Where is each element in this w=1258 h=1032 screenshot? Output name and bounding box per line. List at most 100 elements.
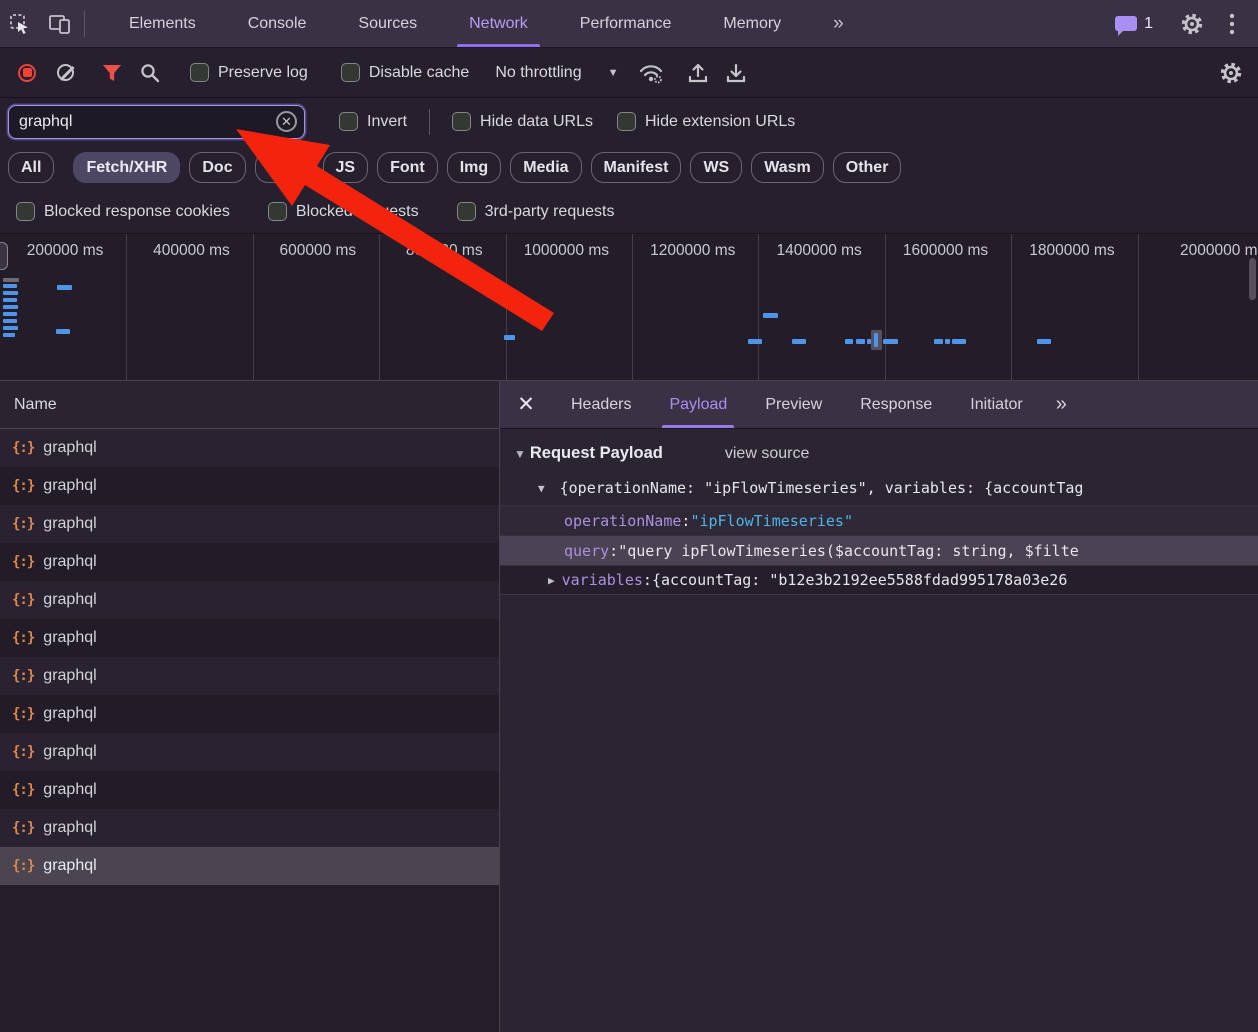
filter-input[interactable] xyxy=(9,113,276,131)
json-fetch-icon: {:} xyxy=(12,820,34,836)
gear-icon xyxy=(1180,12,1204,36)
chevron-down-icon: ▼ xyxy=(608,67,619,79)
pill-css[interactable]: CSS xyxy=(255,152,314,183)
tab-elements[interactable]: Elements xyxy=(103,0,222,47)
waterfall-bar xyxy=(3,333,15,337)
checkbox-icon xyxy=(341,63,360,82)
tab-payload[interactable]: Payload xyxy=(650,381,746,428)
json-fetch-icon: {:} xyxy=(12,858,34,874)
table-row[interactable]: {:}graphql xyxy=(0,619,499,657)
checkbox-icon xyxy=(617,112,636,131)
settings-button[interactable] xyxy=(1172,12,1212,36)
more-panels-button[interactable]: » xyxy=(807,0,870,47)
close-detail-button[interactable]: ✕ xyxy=(500,381,552,428)
overview-scrollbar-thumb[interactable] xyxy=(1249,258,1256,300)
clear-filter-icon[interactable]: ✕ xyxy=(276,111,297,132)
pill-font[interactable]: Font xyxy=(377,152,438,183)
payload-row-operation-name[interactable]: operationName: "ipFlowTimeseries" xyxy=(500,505,1258,535)
waterfall-bar xyxy=(56,329,70,334)
record-network-log-button[interactable] xyxy=(8,56,46,90)
json-value: {accountTag: "b12e3b2192ee5588fdad995178… xyxy=(652,571,1067,589)
table-row[interactable]: {:}graphql xyxy=(0,429,499,467)
search-icon xyxy=(140,63,160,83)
pill-all[interactable]: All xyxy=(8,152,54,183)
divider xyxy=(429,109,430,135)
search-network-button[interactable] xyxy=(131,56,169,90)
timeline-tick-label: 1000000 ms xyxy=(499,242,609,260)
tab-performance[interactable]: Performance xyxy=(554,0,698,47)
pill-img[interactable]: Img xyxy=(447,152,501,183)
network-conditions-button[interactable] xyxy=(632,56,670,90)
table-row[interactable]: {:}graphql xyxy=(0,657,499,695)
table-row[interactable]: {:} graphql xyxy=(0,809,499,847)
pill-fetch-xhr[interactable]: Fetch/XHR xyxy=(73,152,180,183)
clear-network-log-button[interactable] xyxy=(46,56,84,90)
tab-response[interactable]: Response xyxy=(841,381,951,428)
third-party-requests-checkbox[interactable]: 3rd-party requests xyxy=(445,202,627,221)
throttling-value: No throttling xyxy=(495,64,581,82)
table-row[interactable]: {:}graphql xyxy=(0,581,499,619)
network-overview-timeline[interactable]: 200000 ms400000 ms600000 ms800000 ms1000… xyxy=(0,233,1258,381)
device-toolbar-button[interactable] xyxy=(40,0,80,47)
waterfall-bar xyxy=(3,278,19,282)
export-har-button[interactable] xyxy=(717,56,755,90)
table-row[interactable]: {:}graphql xyxy=(0,505,499,543)
triangle-right-icon: ▶ xyxy=(548,574,555,587)
pill-wasm[interactable]: Wasm xyxy=(751,152,824,183)
throttling-dropdown[interactable]: No throttling ▼ xyxy=(481,64,632,82)
waterfall-bar xyxy=(3,312,17,316)
blocked-requests-label: Blocked requests xyxy=(296,203,419,221)
request-payload-section-header[interactable]: ▼ Request Payload view source xyxy=(500,429,1258,471)
network-settings-button[interactable] xyxy=(1212,56,1250,90)
inspect-element-button[interactable] xyxy=(0,0,40,47)
pill-doc[interactable]: Doc xyxy=(189,152,245,183)
waterfall-bar xyxy=(57,285,72,290)
payload-row-query-selected[interactable]: query: "query ipFlowTimeseries($accountT… xyxy=(500,535,1258,565)
preserve-log-checkbox[interactable]: Preserve log xyxy=(178,63,320,82)
payload-preview-line[interactable]: ▼ {operationName: "ipFlowTimeseries", va… xyxy=(500,471,1258,505)
invert-checkbox[interactable]: Invert xyxy=(327,112,419,131)
view-source-link[interactable]: view source xyxy=(725,445,809,463)
tab-network[interactable]: Network xyxy=(443,0,554,47)
customize-devtools-button[interactable] xyxy=(1212,13,1252,35)
tab-headers[interactable]: Headers xyxy=(552,381,650,428)
request-name: graphql xyxy=(43,819,96,837)
gear-icon xyxy=(1219,61,1243,85)
table-row-selected[interactable]: {:}graphql xyxy=(0,847,499,885)
table-row[interactable]: {:}graphql xyxy=(0,695,499,733)
json-fetch-icon: {:} xyxy=(12,630,34,646)
filter-toggle-button[interactable] xyxy=(93,56,131,90)
pill-other[interactable]: Other xyxy=(833,152,902,183)
hide-extension-urls-checkbox[interactable]: Hide extension URLs xyxy=(605,112,807,131)
request-name: graphql xyxy=(43,705,96,723)
waterfall-bar xyxy=(945,339,950,344)
tab-initiator[interactable]: Initiator xyxy=(951,381,1041,428)
pill-ws[interactable]: WS xyxy=(690,152,742,183)
pill-js[interactable]: JS xyxy=(323,152,369,183)
waterfall-bar xyxy=(883,339,898,344)
tab-memory[interactable]: Memory xyxy=(697,0,807,47)
import-har-button[interactable] xyxy=(679,56,717,90)
console-messages-button[interactable]: 1 xyxy=(1105,15,1163,33)
table-row[interactable]: {:}graphql xyxy=(0,771,499,809)
tab-sources[interactable]: Sources xyxy=(332,0,443,47)
table-row[interactable]: {:}graphql xyxy=(0,733,499,771)
waterfall-bar xyxy=(3,284,17,288)
name-column-header[interactable]: Name xyxy=(0,381,499,429)
hide-data-urls-checkbox[interactable]: Hide data URLs xyxy=(440,112,605,131)
table-row[interactable]: {:}graphql xyxy=(0,543,499,581)
disable-cache-checkbox[interactable]: Disable cache xyxy=(329,63,482,82)
table-row[interactable]: {:}graphql xyxy=(0,467,499,505)
pill-media[interactable]: Media xyxy=(510,152,581,183)
payload-row-variables[interactable]: ▶ variables: {accountTag: "b12e3b2192ee5… xyxy=(500,565,1258,595)
request-name: graphql xyxy=(43,439,96,457)
json-fetch-icon: {:} xyxy=(12,782,34,798)
request-detail-panel: ✕ Headers Payload Preview Response Initi… xyxy=(500,381,1258,1032)
pill-manifest[interactable]: Manifest xyxy=(591,152,682,183)
blocked-requests-checkbox[interactable]: Blocked requests xyxy=(256,202,431,221)
hide-extension-urls-label: Hide extension URLs xyxy=(645,113,795,131)
tab-preview[interactable]: Preview xyxy=(746,381,841,428)
blocked-response-cookies-checkbox[interactable]: Blocked response cookies xyxy=(4,202,242,221)
tab-console[interactable]: Console xyxy=(222,0,333,47)
more-detail-tabs-button[interactable]: » xyxy=(1042,381,1081,428)
